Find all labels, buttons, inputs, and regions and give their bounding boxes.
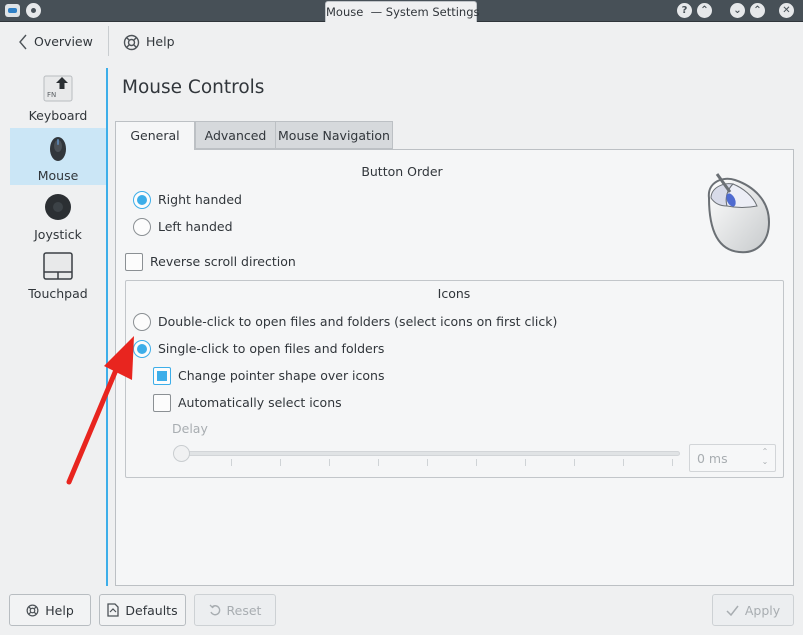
back-arrow-icon — [19, 34, 27, 50]
right-handed-radio[interactable] — [133, 191, 151, 209]
auto-select-checkbox[interactable] — [153, 394, 171, 412]
help-question-icon[interactable]: ? — [677, 3, 692, 18]
toolbar-help-button[interactable]: Help — [123, 31, 175, 53]
slider-tick — [378, 459, 379, 466]
sidebar-item-label: Touchpad — [28, 286, 88, 301]
slider-tick — [672, 459, 673, 466]
reverse-scroll-checkbox[interactable] — [125, 253, 143, 271]
single-click-label[interactable]: Single-click to open files and folders — [158, 341, 384, 356]
maximize-icon[interactable]: ⌃ — [750, 3, 765, 18]
icons-group-title: Icons — [437, 286, 471, 301]
lifebuoy-icon — [26, 604, 39, 616]
sidebar-item-label: Mouse — [37, 168, 79, 183]
delay-value: 0 ms — [697, 451, 728, 466]
close-icon[interactable]: ✕ — [779, 3, 794, 18]
window-title: Mouse — System Settings — [325, 1, 480, 22]
sidebar-item-joystick[interactable]: Joystick — [10, 187, 106, 244]
change-pointer-checkbox[interactable] — [153, 367, 171, 385]
overview-label: Overview — [34, 34, 93, 49]
tab-general[interactable]: General — [115, 121, 195, 150]
apply-button[interactable]: Apply — [712, 594, 794, 626]
delay-label: Delay — [172, 421, 208, 436]
left-handed-label[interactable]: Left handed — [158, 219, 233, 234]
slider-tick — [476, 459, 477, 466]
toolbar-separator — [108, 26, 109, 56]
double-click-radio[interactable] — [133, 313, 151, 331]
slider-tick — [280, 459, 281, 466]
double-click-label[interactable]: Double-click to open files and folders (… — [158, 314, 557, 329]
left-handed-radio[interactable] — [133, 218, 151, 236]
delay-slider-track[interactable] — [178, 451, 680, 456]
slider-tick — [623, 459, 624, 466]
sidebar-item-label: Joystick — [34, 227, 82, 242]
slider-tick — [329, 459, 330, 466]
spin-arrows-icon[interactable]: ⌃ ⌄ — [760, 447, 770, 467]
slider-tick — [574, 459, 575, 466]
annotation-arrow — [66, 336, 134, 485]
pin-icon[interactable] — [26, 3, 41, 18]
sidebar-divider — [106, 68, 108, 586]
slider-tick — [231, 459, 232, 466]
minimize-icon[interactable]: ⌄ — [730, 3, 745, 18]
tab-advanced[interactable]: Advanced — [195, 121, 276, 149]
delay-spinbox[interactable]: 0 ms ⌃ ⌄ — [689, 444, 776, 472]
reset-button[interactable]: Reset — [194, 594, 276, 626]
touchpad-icon — [43, 252, 73, 280]
svg-text:FN: FN — [47, 91, 56, 99]
right-handed-label[interactable]: Right handed — [158, 192, 242, 207]
joystick-icon — [45, 194, 71, 220]
lifebuoy-icon — [123, 34, 140, 50]
keep-above-icon[interactable]: ⌃ — [697, 3, 712, 18]
help-button[interactable]: Help — [9, 594, 91, 626]
help-button-label: Help — [45, 602, 74, 618]
mouse-icon — [50, 137, 66, 161]
page-title: Mouse Controls — [122, 77, 265, 98]
document-icon — [107, 603, 120, 617]
slider-tick — [427, 459, 428, 466]
toolbar: Overview Help — [0, 22, 803, 62]
sidebar-item-keyboard[interactable]: FN Keyboard — [10, 68, 106, 125]
sidebar-item-touchpad[interactable]: Touchpad — [10, 246, 106, 303]
checkmark-icon — [726, 605, 739, 616]
sidebar: FN Keyboard Mouse Joystick Touchpad — [8, 68, 106, 586]
defaults-button-label: Defaults — [125, 602, 178, 618]
app-menu-icon[interactable] — [5, 4, 20, 17]
sidebar-item-mouse[interactable]: Mouse — [10, 128, 106, 185]
toolbar-help-label: Help — [146, 34, 175, 49]
reverse-scroll-label[interactable]: Reverse scroll direction — [150, 254, 296, 269]
mouse-illustration — [707, 173, 771, 254]
sidebar-item-label: Keyboard — [28, 108, 88, 123]
title-bar: Mouse — System Settings ? ⌃ ⌄ ⌃ ✕ — [0, 0, 803, 22]
defaults-button[interactable]: Defaults — [99, 594, 186, 626]
overview-button[interactable]: Overview — [18, 31, 93, 53]
delay-slider-handle[interactable] — [173, 445, 190, 462]
reset-button-label: Reset — [226, 602, 262, 618]
apply-button-label: Apply — [744, 602, 781, 618]
change-pointer-label[interactable]: Change pointer shape over icons — [178, 368, 384, 383]
slider-tick — [525, 459, 526, 466]
undo-icon — [209, 604, 220, 616]
button-order-title: Button Order — [361, 164, 443, 179]
tab-mouse-navigation[interactable]: Mouse Navigation — [275, 121, 393, 149]
auto-select-label[interactable]: Automatically select icons — [178, 395, 342, 410]
keyboard-icon: FN — [43, 75, 73, 102]
